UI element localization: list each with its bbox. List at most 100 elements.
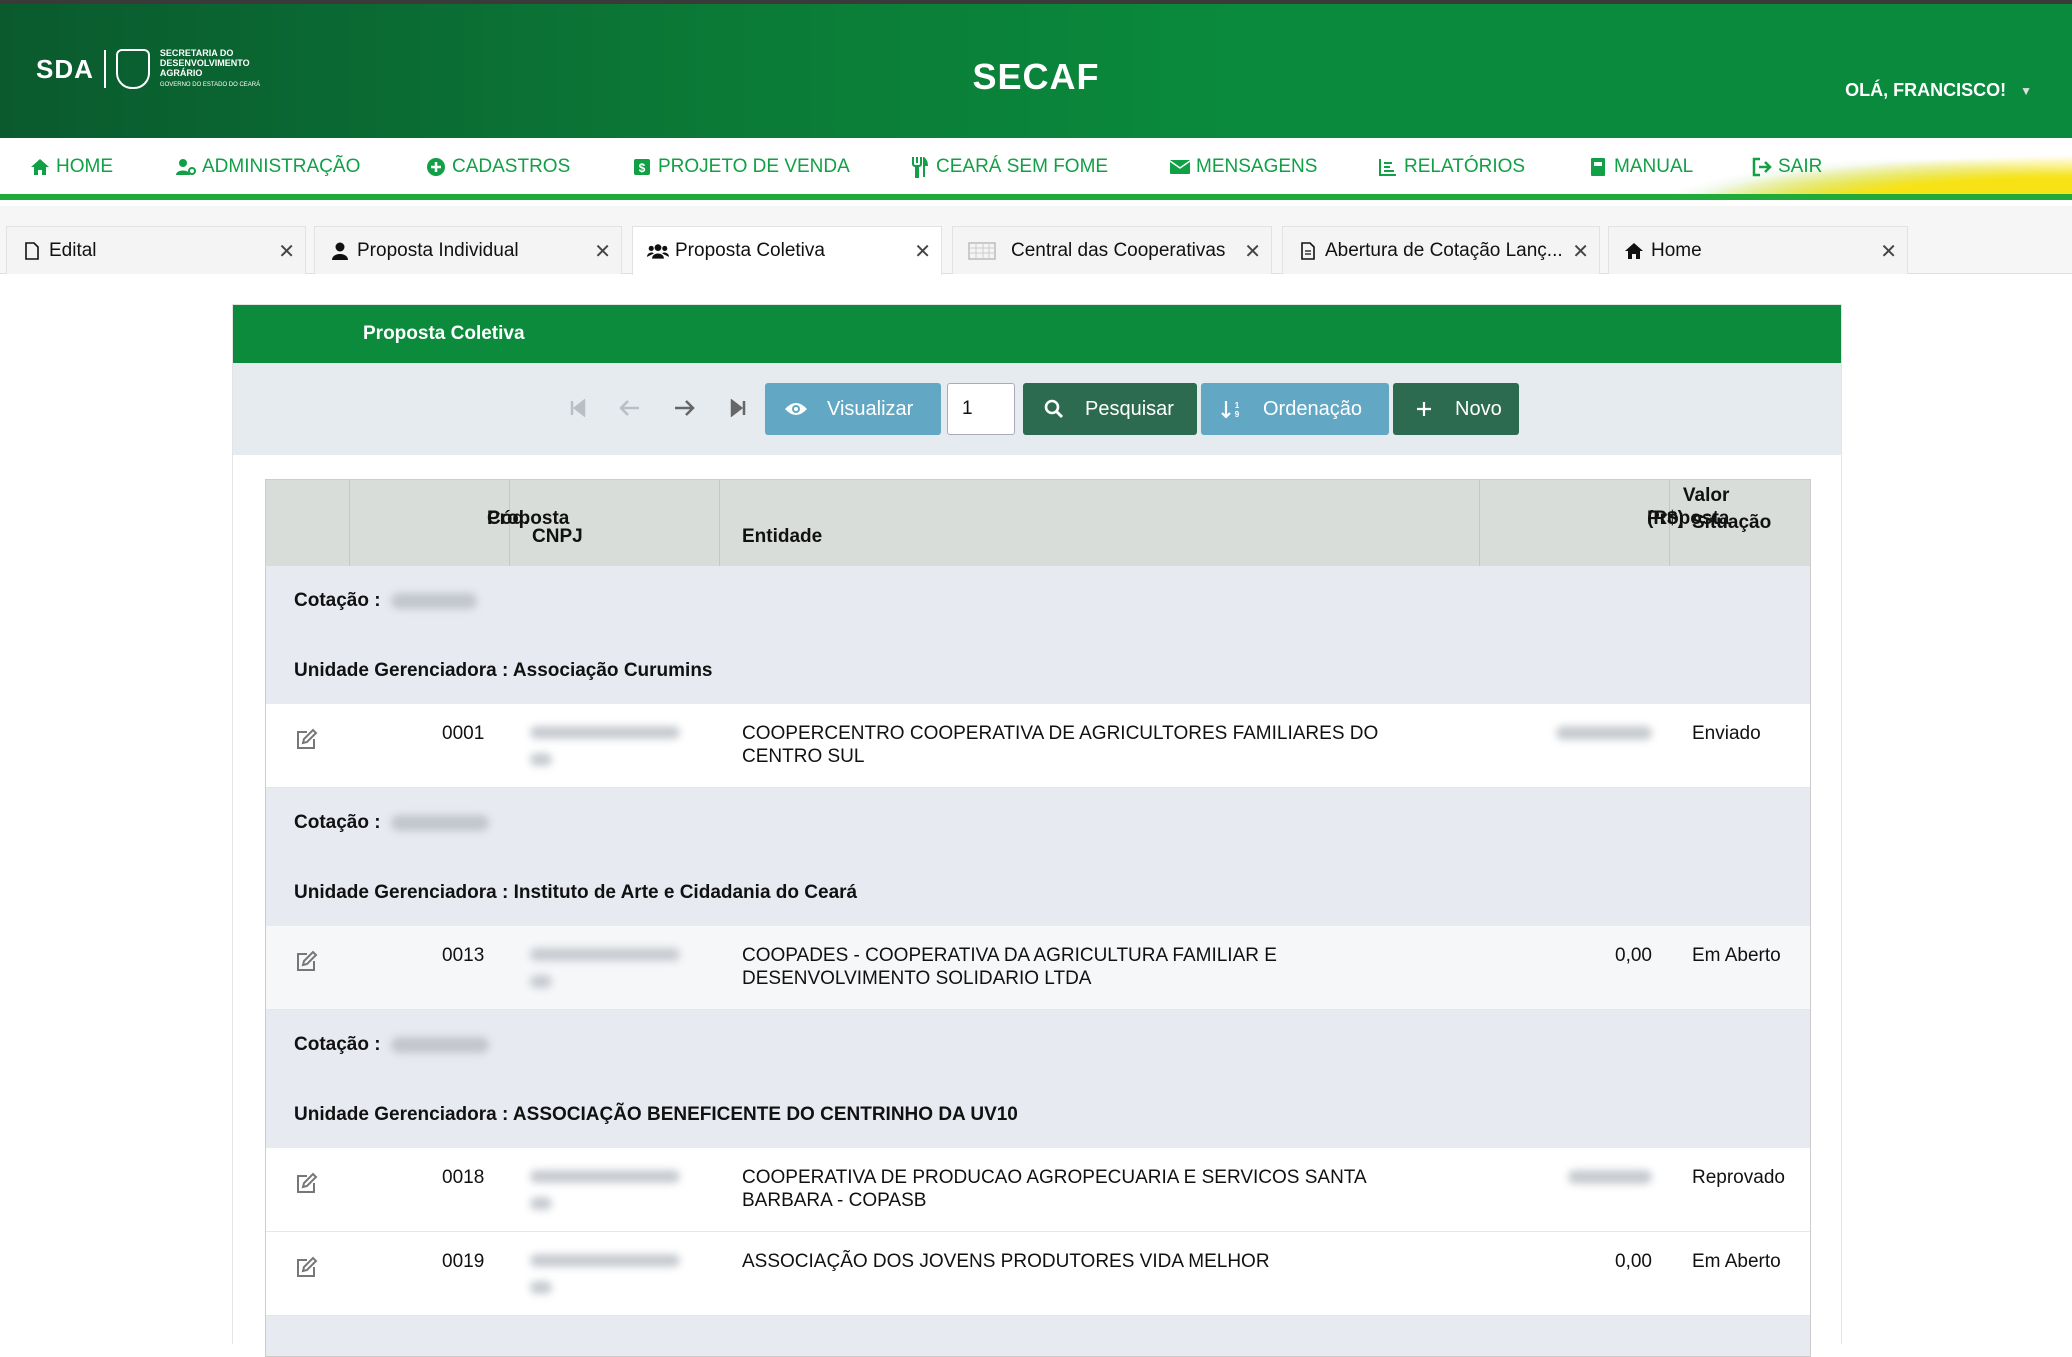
redacted-value (391, 593, 477, 609)
next-page-icon[interactable] (669, 393, 699, 423)
redacted-value (391, 815, 489, 831)
situacao: Em Aberto (1692, 944, 1781, 967)
app-header: SDA SECRETARIA DO DESENVOLVIMENTO AGRÁRI… (0, 0, 2072, 138)
header-entidade[interactable]: Entidade (720, 480, 1480, 566)
nav-home[interactable]: HOME (28, 152, 174, 182)
eye-icon (783, 396, 809, 422)
entidade: COOPERCENTRO COOPERATIVA DE AGRICULTORES… (742, 722, 1378, 768)
redacted-valor (1568, 1170, 1652, 1184)
pesquisar-button[interactable]: Pesquisar (1023, 383, 1197, 435)
previous-page-icon[interactable] (615, 393, 645, 423)
header-valor-proposta[interactable]: Valor Proposta(R$) (1480, 480, 1670, 566)
search-icon (1041, 396, 1067, 422)
header-actions (266, 480, 350, 566)
user-icon (329, 240, 351, 262)
app-title: SECAF (0, 56, 2072, 98)
ordenacao-button[interactable]: 19 Ordenação (1201, 383, 1389, 435)
redacted-cnpj (530, 948, 680, 1002)
user-cog-icon (174, 155, 198, 179)
nav-projeto-de-venda[interactable]: $ PROJETO DE VENDA (630, 152, 908, 182)
panel-title: Proposta Coletiva (233, 305, 1841, 363)
redacted-cnpj (530, 1254, 680, 1308)
table-row[interactable]: 0018 COOPERATIVA DE PRODUCAO AGROPECUARI… (266, 1148, 1810, 1232)
situacao: Reprovado (1692, 1166, 1785, 1189)
page-number-input[interactable]: 1 (947, 383, 1015, 435)
redacted-valor (1556, 726, 1652, 740)
svg-text:9: 9 (1235, 410, 1240, 419)
entidade: ASSOCIAÇÃO DOS JOVENS PRODUTORES VIDA ME… (742, 1250, 1270, 1273)
nav-cadastros[interactable]: CADASTROS (424, 152, 630, 182)
plus-circle-icon (424, 155, 448, 179)
proposta-coletiva-panel: Proposta Coletiva Visualizar 1 Pesquisar… (232, 304, 1842, 1344)
header-situacao[interactable]: Situação (1670, 480, 1810, 566)
table-row[interactable]: 0001 COOPERCENTRO COOPERATIVA DE AGRICUL… (266, 704, 1810, 788)
table-icon (967, 240, 997, 262)
nav-relatorios[interactable]: RELATÓRIOS (1376, 152, 1586, 182)
novo-button[interactable]: Novo (1393, 383, 1519, 435)
header-cnpj[interactable]: CNPJ (510, 480, 720, 566)
tab-proposta-individual[interactable]: Proposta Individual ✕ (314, 226, 622, 274)
plus-icon (1411, 396, 1437, 422)
close-tab-icon[interactable]: ✕ (1572, 239, 1589, 264)
unidade-gerenciadora: Unidade Gerenciadora : Associação Curumi… (294, 660, 713, 682)
tab-central-das-cooperativas[interactable]: Central das Cooperativas ✕ (952, 226, 1272, 274)
home-icon (28, 155, 52, 179)
nav-sair[interactable]: SAIR (1750, 152, 1850, 182)
redacted-value (391, 1037, 489, 1053)
close-tab-icon[interactable]: ✕ (594, 239, 611, 264)
sort-icon: 19 (1219, 396, 1245, 422)
tab-proposta-coletiva[interactable]: Proposta Coletiva ✕ (632, 226, 942, 275)
main-navbar: HOME ADMINISTRAÇÃO CADASTROS $ PROJETO D… (0, 138, 2072, 200)
edit-icon[interactable] (294, 1172, 320, 1198)
book-icon (1586, 155, 1610, 179)
situacao: Enviado (1692, 722, 1761, 745)
table-header: Cód.Proposta CNPJ Entidade Valor Propost… (266, 480, 1810, 566)
home-icon (1623, 240, 1645, 262)
user-menu[interactable]: OLÁ, FRANCISCO! ▼ (1845, 80, 2032, 101)
nav-administracao[interactable]: ADMINISTRAÇÃO (174, 152, 424, 182)
close-tab-icon[interactable]: ✕ (278, 239, 295, 264)
edit-icon[interactable] (294, 728, 320, 754)
tab-bar: Edital ✕ Proposta Individual ✕ Proposta … (0, 206, 2072, 274)
cod-proposta: 0013 (442, 944, 484, 967)
cod-proposta: 0019 (442, 1250, 484, 1273)
cod-proposta: 0018 (442, 1166, 484, 1189)
tab-home[interactable]: Home ✕ (1608, 226, 1908, 274)
users-icon (647, 240, 669, 262)
close-tab-icon[interactable]: ✕ (914, 239, 931, 264)
header-cod-proposta[interactable]: Cód.Proposta (350, 480, 510, 566)
entidade: COOPADES - COOPERATIVA DA AGRICULTURA FA… (742, 944, 1277, 990)
envelope-icon (1168, 155, 1192, 179)
close-tab-icon[interactable]: ✕ (1244, 239, 1261, 264)
dollar-icon: $ (630, 155, 654, 179)
redacted-cnpj (530, 1170, 680, 1224)
svg-text:1: 1 (1235, 401, 1240, 410)
close-tab-icon[interactable]: ✕ (1880, 239, 1897, 264)
cotacao-label: Cotação : (294, 812, 489, 834)
table-row[interactable]: 0013 COOPADES - COOPERATIVA DA AGRICULTU… (266, 926, 1810, 1010)
nav-ceara-sem-fome[interactable]: CEARÁ SEM FOME (908, 152, 1168, 182)
file-text-icon (1297, 240, 1319, 262)
valor-proposta: 0,00 (1576, 944, 1652, 967)
tab-abertura-de-cotacao[interactable]: Abertura de Cotação Lanç... ✕ (1282, 226, 1600, 274)
svg-text:$: $ (639, 161, 646, 175)
unidade-gerenciadora: Unidade Gerenciadora : ASSOCIAÇÃO BENEFI… (294, 1104, 1018, 1126)
table-row[interactable]: 0019 ASSOCIAÇÃO DOS JOVENS PRODUTORES VI… (266, 1232, 1810, 1316)
nav-mensagens[interactable]: MENSAGENS (1168, 152, 1376, 182)
visualizar-button[interactable]: Visualizar (765, 383, 941, 435)
user-greeting: OLÁ, FRANCISCO! (1845, 80, 2006, 101)
unidade-gerenciadora: Unidade Gerenciadora : Instituto de Arte… (294, 882, 857, 904)
last-page-icon[interactable] (723, 393, 753, 423)
table-continuation (266, 1316, 1810, 1356)
edit-icon[interactable] (294, 950, 320, 976)
valor-proposta: 0,00 (1576, 1250, 1652, 1273)
cotacao-label: Cotação : (294, 1034, 489, 1056)
file-icon (21, 240, 43, 262)
tab-edital[interactable]: Edital ✕ (6, 226, 306, 274)
entidade: COOPERATIVA DE PRODUCAO AGROPECUARIA E S… (742, 1166, 1367, 1212)
nav-manual[interactable]: MANUAL (1586, 152, 1750, 182)
record-toolbar: Visualizar 1 Pesquisar 19 Ordenação Novo (233, 363, 1841, 455)
first-page-icon[interactable] (563, 393, 593, 423)
edit-icon[interactable] (294, 1256, 320, 1282)
group-header: Cotação : Unidade Gerenciadora : ASSOCIA… (266, 1010, 1810, 1148)
